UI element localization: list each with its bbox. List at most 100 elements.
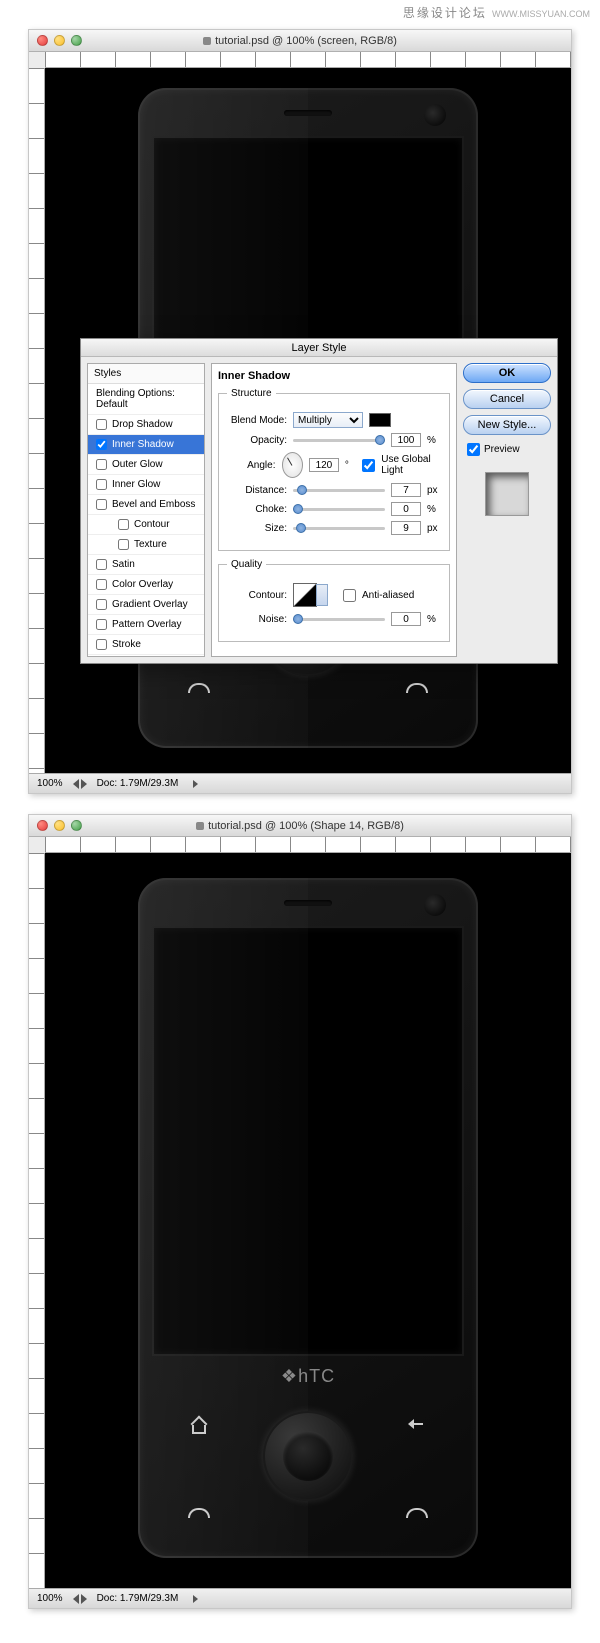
stroke-checkbox[interactable] <box>96 639 107 650</box>
noise-label: Noise: <box>227 614 287 625</box>
choke-label: Choke: <box>227 504 287 515</box>
ruler-horizontal[interactable] <box>45 837 571 853</box>
ruler-vertical[interactable] <box>29 853 45 1588</box>
angle-dial[interactable] <box>282 452 303 478</box>
satin-checkbox[interactable] <box>96 559 107 570</box>
angle-input[interactable] <box>309 458 339 472</box>
opacity-label: Opacity: <box>227 435 287 446</box>
drop-shadow-row[interactable]: Drop Shadow <box>88 415 204 435</box>
size-slider[interactable] <box>293 527 385 530</box>
styles-header[interactable]: Styles <box>88 364 204 384</box>
choke-input[interactable] <box>391 502 421 516</box>
home-icon <box>188 1415 210 1433</box>
color-overlay-checkbox[interactable] <box>96 579 107 590</box>
gradient-overlay-row[interactable]: Gradient Overlay <box>88 595 204 615</box>
doc-size: Doc: 1.79M/29.3M <box>97 1593 179 1604</box>
blend-mode-label: Blend Mode: <box>227 415 287 426</box>
inner-glow-checkbox[interactable] <box>96 479 107 490</box>
preview-checkbox[interactable] <box>467 443 480 456</box>
bevel-emboss-row[interactable]: Bevel and Emboss <box>88 495 204 515</box>
dialog-title[interactable]: Layer Style <box>81 339 557 357</box>
opacity-slider[interactable] <box>293 439 385 442</box>
settings-panel: Inner Shadow Structure Blend Mode: Multi… <box>211 363 457 657</box>
pattern-overlay-checkbox[interactable] <box>96 619 107 630</box>
new-style-button[interactable]: New Style... <box>463 415 551 435</box>
choke-slider[interactable] <box>293 508 385 511</box>
earpiece <box>284 900 332 906</box>
call-icon <box>188 679 210 697</box>
earpiece <box>284 110 332 116</box>
inner-shadow-checkbox[interactable] <box>96 439 107 450</box>
outer-glow-row[interactable]: Outer Glow <box>88 455 204 475</box>
statusbar-menu-icon[interactable] <box>188 1594 202 1604</box>
zoom-nav[interactable] <box>73 1594 87 1604</box>
global-light-label: Use Global Light <box>381 454 441 476</box>
contour-label: Contour: <box>227 590 287 601</box>
phone-screen <box>152 926 464 1356</box>
bevel-emboss-checkbox[interactable] <box>96 499 107 510</box>
structure-fieldset: Structure Blend Mode: Multiply Opacity: … <box>218 388 450 551</box>
gradient-overlay-checkbox[interactable] <box>96 599 107 610</box>
opacity-input[interactable] <box>391 433 421 447</box>
zoom-nav[interactable] <box>73 779 87 789</box>
titlebar[interactable]: tutorial.psd @ 100% (Shape 14, RGB/8) <box>29 815 571 837</box>
size-label: Size: <box>227 523 287 534</box>
distance-label: Distance: <box>227 485 287 496</box>
end-call-icon <box>406 1504 428 1522</box>
blending-options-row[interactable]: Blending Options: Default <box>88 384 204 415</box>
texture-checkbox[interactable] <box>118 539 129 550</box>
ruler-horizontal[interactable] <box>45 52 571 68</box>
status-bar: 100% Doc: 1.79M/29.3M <box>29 1588 571 1608</box>
size-input[interactable] <box>391 521 421 535</box>
doc-size: Doc: 1.79M/29.3M <box>97 778 179 789</box>
distance-input[interactable] <box>391 483 421 497</box>
status-bar: 100% Doc: 1.79M/29.3M <box>29 773 571 793</box>
window-title: tutorial.psd @ 100% (screen, RGB/8) <box>29 35 571 47</box>
call-icon <box>188 1504 210 1522</box>
anti-aliased-label: Anti-aliased <box>362 590 414 601</box>
noise-input[interactable] <box>391 612 421 626</box>
titlebar[interactable]: tutorial.psd @ 100% (screen, RGB/8) <box>29 30 571 52</box>
satin-row[interactable]: Satin <box>88 555 204 575</box>
contour-row[interactable]: Contour <box>88 515 204 535</box>
zoom-level[interactable]: 100% <box>37 1593 63 1604</box>
canvas[interactable]: Layer Style Styles Blending Options: Def… <box>45 68 571 773</box>
watermark: 思缘设计论坛 WWW.MISSYUAN.COM <box>0 0 600 25</box>
shadow-color-swatch[interactable] <box>369 413 391 427</box>
layer-style-dialog: Layer Style Styles Blending Options: Def… <box>80 338 558 664</box>
stroke-row[interactable]: Stroke <box>88 635 204 655</box>
noise-slider[interactable] <box>293 618 385 621</box>
angle-label: Angle: <box>227 460 276 471</box>
dpad-button <box>263 1411 353 1501</box>
statusbar-menu-icon[interactable] <box>188 779 202 789</box>
photoshop-window-a: tutorial.psd @ 100% (screen, RGB/8) Laye… <box>28 29 572 794</box>
contour-picker[interactable] <box>293 583 317 607</box>
photoshop-window-b: tutorial.psd @ 100% (Shape 14, RGB/8) ❖h… <box>28 814 572 1609</box>
inner-glow-row[interactable]: Inner Glow <box>88 475 204 495</box>
phone-mockup: ❖hTC <box>138 878 478 1558</box>
ok-button[interactable]: OK <box>463 363 551 383</box>
inner-shadow-row[interactable]: Inner Shadow <box>88 435 204 455</box>
color-overlay-row[interactable]: Color Overlay <box>88 575 204 595</box>
pattern-overlay-row[interactable]: Pattern Overlay <box>88 615 204 635</box>
camera-lens <box>424 104 446 126</box>
outer-glow-checkbox[interactable] <box>96 459 107 470</box>
preview-swatch <box>485 472 529 516</box>
preview-toggle[interactable]: Preview <box>463 443 551 456</box>
distance-slider[interactable] <box>293 489 385 492</box>
cancel-button[interactable]: Cancel <box>463 389 551 409</box>
panel-title: Inner Shadow <box>218 370 450 382</box>
back-arrow-icon <box>406 1415 428 1433</box>
ruler-vertical[interactable] <box>29 68 45 773</box>
texture-row[interactable]: Texture <box>88 535 204 555</box>
blend-mode-select[interactable]: Multiply <box>293 412 363 428</box>
anti-aliased-checkbox[interactable] <box>343 589 356 602</box>
window-title: tutorial.psd @ 100% (Shape 14, RGB/8) <box>29 820 571 832</box>
drop-shadow-checkbox[interactable] <box>96 419 107 430</box>
global-light-checkbox[interactable] <box>362 459 375 472</box>
camera-lens <box>424 894 446 916</box>
canvas[interactable]: ❖hTC <box>45 853 571 1588</box>
zoom-level[interactable]: 100% <box>37 778 63 789</box>
structure-legend: Structure <box>227 388 276 399</box>
contour-checkbox[interactable] <box>118 519 129 530</box>
